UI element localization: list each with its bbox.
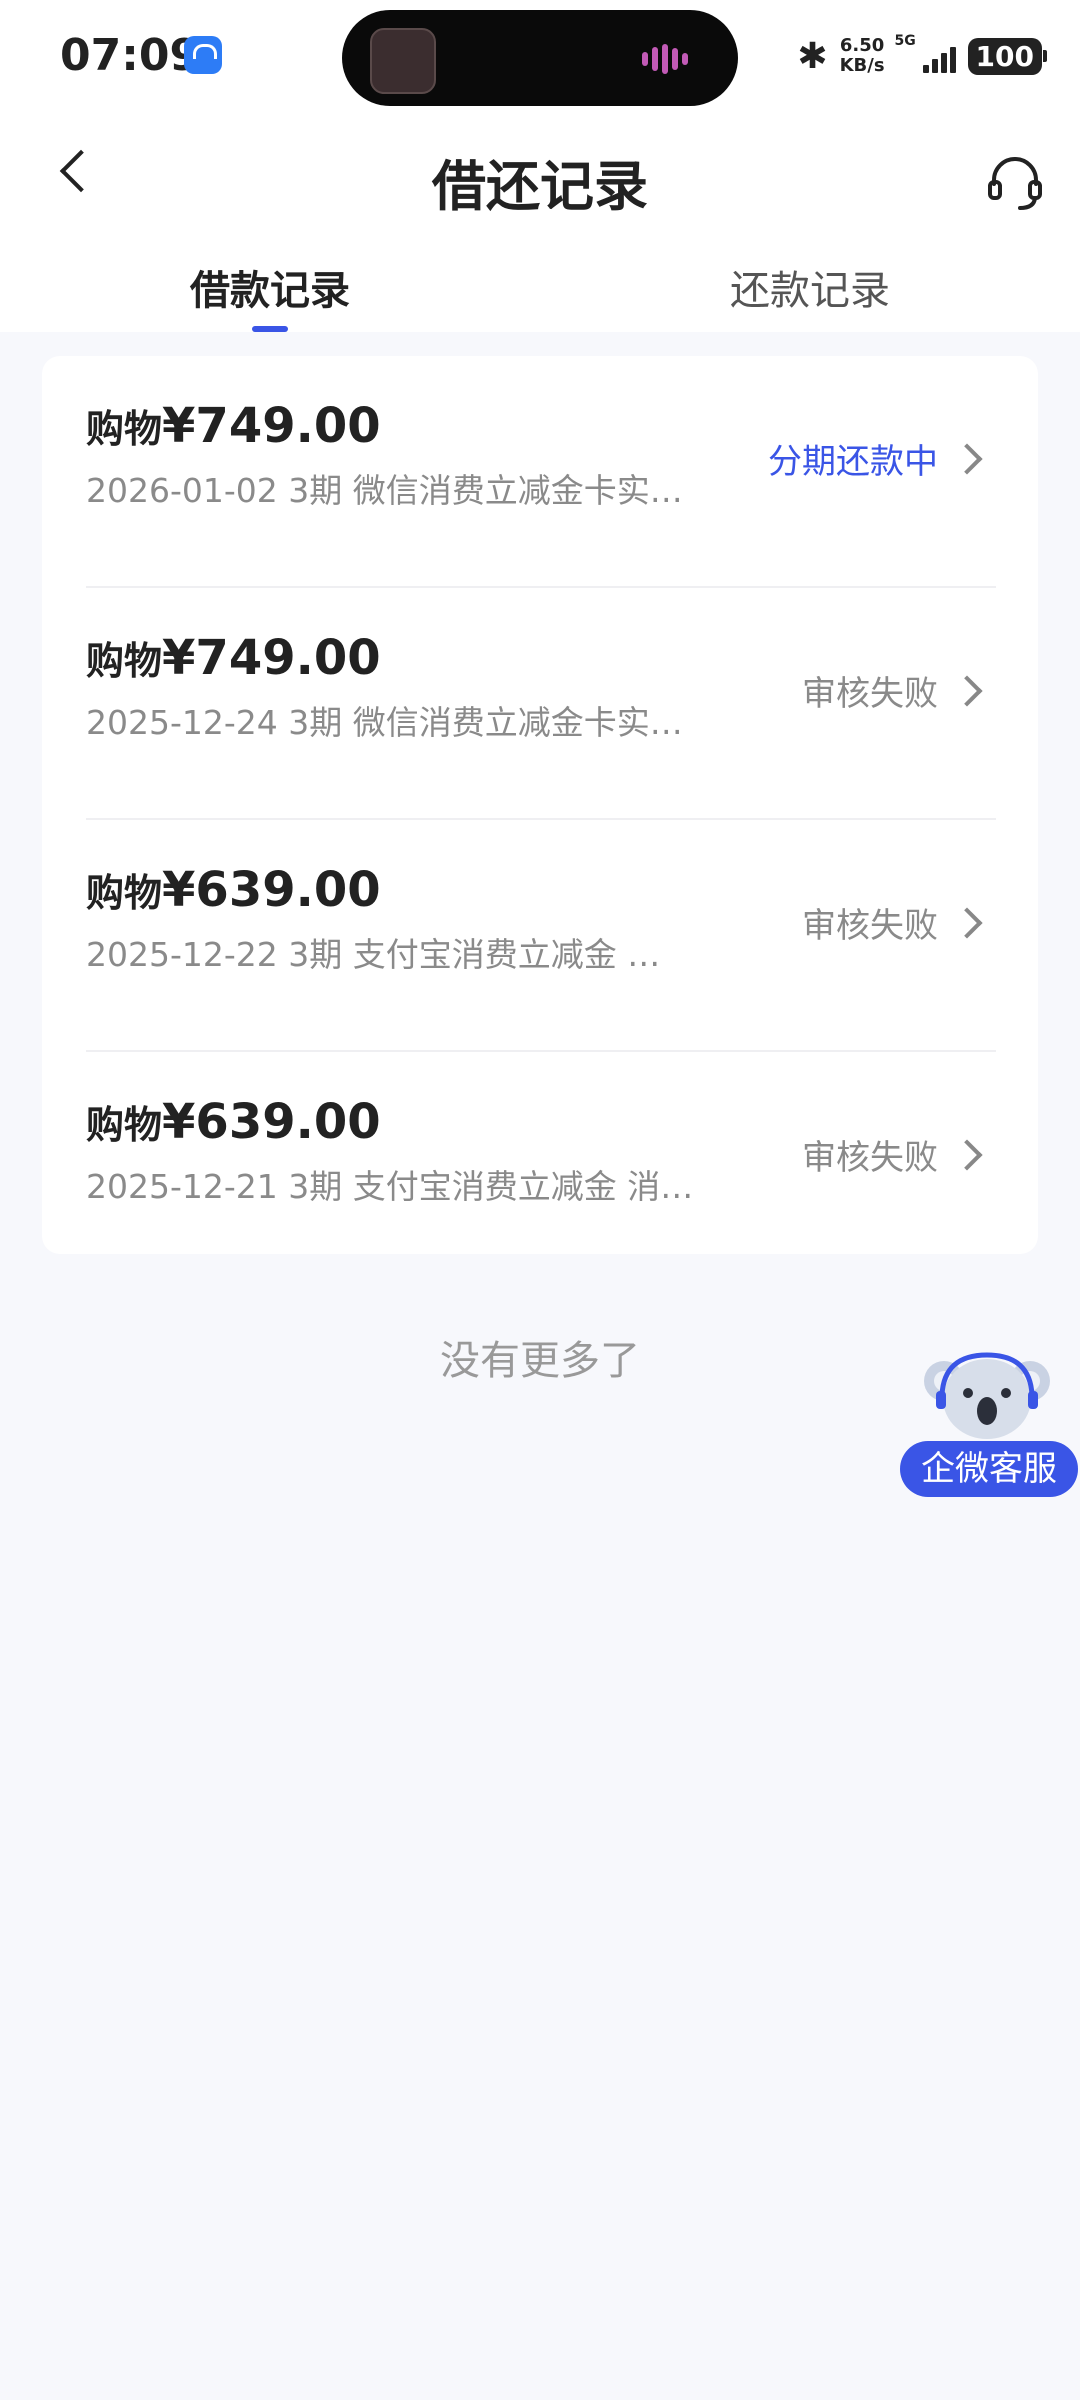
net-speed-value: 6.50: [839, 35, 885, 56]
record-type: 购物: [86, 1103, 163, 1147]
status-bar: 07:09 ✱ 6.50 KB/s 5G 100: [0, 0, 1080, 112]
record-meta: 2025-12-24 3期 微信消费立减金卡实…: [86, 703, 683, 742]
record-amount-value: ¥639.00: [162, 862, 381, 918]
tab-repay-records[interactable]: 还款记录: [730, 258, 890, 316]
floating-service-label[interactable]: 企微客服: [900, 1441, 1078, 1497]
chevron-right-icon: [951, 675, 983, 707]
list-item[interactable]: 购物¥749.00 2025-12-24 3期 微信消费立减金卡实… 审核失败: [42, 588, 1038, 820]
bluetooth-icon: ✱: [797, 35, 828, 77]
record-meta: 2025-12-22 3期 支付宝消费立减金 …: [86, 935, 661, 974]
record-status: 审核失败: [802, 674, 938, 714]
chevron-right-icon: [951, 1139, 983, 1171]
status-time: 07:09: [60, 30, 201, 81]
record-meta: 2026-01-02 3期 微信消费立减金卡实…: [86, 471, 683, 510]
page-title: 借还记录: [432, 155, 648, 218]
record-amount: 购物¥749.00: [86, 398, 381, 454]
list-item[interactable]: 购物¥749.00 2026-01-02 3期 微信消费立减金卡实… 分期还款中: [42, 356, 1038, 588]
record-status: 审核失败: [802, 1138, 938, 1178]
signal-icon: 5G: [895, 33, 956, 73]
list-item[interactable]: 购物¥639.00 2025-12-21 3期 支付宝消费立减金 消… 审核失败: [42, 1052, 1038, 1284]
record-meta: 2025-12-21 3期 支付宝消费立减金 消…: [86, 1167, 694, 1206]
dynamic-island[interactable]: [342, 10, 738, 106]
audio-wave-icon: [642, 44, 702, 74]
record-amount: 购物¥639.00: [86, 862, 381, 918]
record-amount: 购物¥749.00: [86, 630, 381, 686]
record-type: 购物: [86, 639, 163, 683]
chevron-right-icon: [951, 443, 983, 475]
net-speed-unit: KB/s: [839, 55, 885, 76]
status-indicators: ✱ 6.50 KB/s 5G 100: [797, 28, 1048, 84]
record-status: 分期还款中: [768, 442, 938, 482]
nav-bar: 借还记录: [0, 112, 1080, 222]
record-amount-value: ¥749.00: [162, 630, 381, 686]
music-cover-icon: [370, 28, 436, 94]
network-type: 5G: [894, 33, 916, 49]
record-list: 购物¥749.00 2026-01-02 3期 微信消费立减金卡实… 分期还款中…: [42, 356, 1038, 1254]
koala-mascot-icon: [922, 1345, 1052, 1453]
chevron-right-icon: [951, 907, 983, 939]
list-item[interactable]: 购物¥639.00 2025-12-22 3期 支付宝消费立减金 … 审核失败: [42, 820, 1038, 1052]
net-speed: 6.50 KB/s: [840, 36, 885, 76]
record-tabs: 借款记录 还款记录: [0, 222, 1080, 332]
notification-app-icon: [184, 36, 222, 74]
headset-icon[interactable]: [984, 152, 1046, 214]
record-type: 购物: [86, 871, 163, 915]
record-amount: 购物¥639.00: [86, 1094, 381, 1150]
record-amount-value: ¥639.00: [162, 1094, 381, 1150]
record-type: 购物: [86, 407, 163, 451]
tab-borrow-records[interactable]: 借款记录: [190, 258, 350, 316]
record-status: 审核失败: [802, 906, 938, 946]
record-amount-value: ¥749.00: [162, 398, 381, 454]
active-tab-indicator: [252, 326, 288, 332]
floating-customer-service[interactable]: 企微客服: [898, 1345, 1080, 1505]
battery-icon: 100: [967, 37, 1048, 75]
